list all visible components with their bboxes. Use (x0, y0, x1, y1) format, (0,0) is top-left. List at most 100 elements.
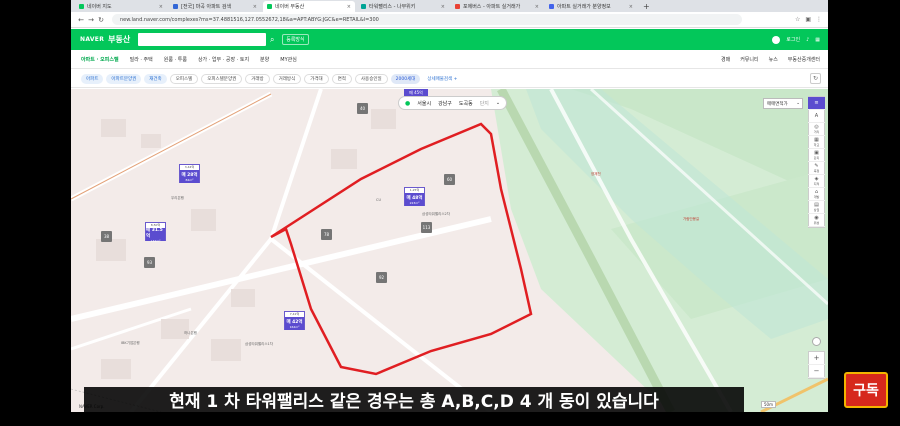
toolbar-button[interactable]: ◉ 위성 (808, 214, 825, 227)
filter-bar: 아파트 아파트분양권 재건축 오피스텔 오피스텔분양권 거래방 거래방식 가격대… (71, 70, 828, 88)
bell-icon[interactable]: ♪ (806, 37, 809, 43)
tab-label: [전국] 마곡 아파트 검색 (181, 4, 232, 10)
filter-chip[interactable]: 아파트분양권 (106, 73, 142, 84)
link-auction[interactable]: 경매 (721, 56, 730, 63)
toolbar-button[interactable]: ▦ 학교 (808, 136, 825, 149)
close-tab-icon[interactable]: × (629, 4, 633, 10)
close-tab-icon[interactable]: × (159, 4, 163, 10)
place-label: 삼성타워팰리스2차 (422, 212, 450, 216)
filter-chip[interactable]: 2000세대 (390, 73, 421, 84)
apps-icon[interactable]: ▦ (815, 37, 820, 43)
avatar[interactable] (772, 35, 781, 44)
category-presale[interactable]: 분양 (260, 56, 269, 63)
zoom-out-button[interactable]: − (808, 365, 825, 378)
place-label: 양재천 (591, 172, 601, 176)
toolbar-button[interactable]: ◎ 거리 (808, 123, 825, 136)
breadcrumb-complex[interactable]: 단지 (480, 100, 489, 107)
close-tab-icon[interactable]: × (441, 4, 445, 10)
filter-chip[interactable]: 거래방식 (272, 73, 302, 84)
filter-chip[interactable]: 사용승인일 (354, 73, 388, 84)
toolbar-button[interactable]: ✎ 측정 (808, 162, 825, 175)
service-title[interactable]: 부동산 (108, 34, 130, 45)
price-marker[interactable]: 1,25억 매 48억 223m² (404, 187, 425, 206)
place-label: IBK기업은행 (121, 341, 140, 345)
listing-cluster[interactable]: 40 (357, 103, 368, 114)
search-icon[interactable]: ⌕ (266, 33, 278, 46)
breadcrumb-dong[interactable]: 도곡동 (459, 100, 473, 107)
zoom-in-button[interactable]: + (808, 352, 825, 365)
listing-cluster[interactable]: 60 (444, 174, 455, 185)
tab-realprice[interactable]: 포에버스 - 아파트 실거래가 × (451, 1, 543, 12)
breadcrumb-district[interactable]: 강남구 (438, 100, 452, 107)
toolbar-button[interactable]: ◈ 지적 (808, 175, 825, 188)
map-base (71, 89, 828, 412)
compass-icon[interactable] (812, 337, 821, 346)
star-icon[interactable]: ☆ (795, 16, 800, 23)
category-oneroom[interactable]: 원룸 · 투룸 (164, 56, 187, 63)
price-marker[interactable]: 7,41억 매 42억 164m² (284, 311, 305, 330)
link-news[interactable]: 뉴스 (769, 56, 778, 63)
tab-presale[interactable]: 아파트 실거래가 분양정보 × (545, 1, 637, 12)
place-label: 삼성타워팰리스1차 (245, 342, 273, 346)
price-marker-top[interactable]: 매 45억 (404, 89, 428, 96)
tab-search[interactable]: [전국] 마곡 아파트 검색 × (169, 1, 261, 12)
naver-logo[interactable]: NAVER (80, 36, 104, 43)
url-field[interactable]: new.land.naver.com/complexes?ms=37.48815… (112, 14, 742, 25)
listing-cluster[interactable]: 78 (321, 229, 332, 240)
toolbar-button[interactable]: ▤ 상권 (808, 201, 825, 214)
tool-label: 개발 (813, 194, 820, 199)
category-apartment[interactable]: 아파트 · 오피스텔 (81, 56, 119, 63)
filter-chip[interactable]: 아파트 (81, 73, 104, 84)
close-tab-icon[interactable]: × (347, 4, 351, 10)
login-link[interactable]: 로그인 (786, 36, 800, 43)
tab-namuwiki[interactable]: 타워팰리스 - 나무위키 × (357, 1, 449, 12)
toolbar-button[interactable]: ⌂ 개발 (808, 188, 825, 201)
filter-chip[interactable]: 가격대 (304, 73, 329, 84)
listing-cluster[interactable]: 92 (376, 272, 387, 283)
toolbar-button[interactable]: ▣ 단지 (808, 149, 825, 162)
new-tab-button[interactable]: + (643, 1, 650, 12)
forward-icon[interactable]: → (86, 16, 96, 24)
filter-chip[interactable]: 거래방 (245, 73, 270, 84)
close-tab-icon[interactable]: × (535, 4, 539, 10)
scale-bar: 50m (761, 401, 776, 408)
category-villa[interactable]: 빌라 · 주택 (130, 56, 153, 63)
menu-icon[interactable]: ⋮ (816, 16, 822, 23)
price-marker[interactable]: 3,44억 매 28억 84m² (179, 164, 200, 183)
site-favicon (173, 4, 178, 9)
toolbar-layer-button[interactable]: ≡ (808, 97, 825, 110)
filter-chip[interactable]: 오피스텔 (169, 73, 199, 84)
marker-size: 223m² (409, 200, 420, 205)
place-label: 우리은행 (171, 196, 184, 200)
back-icon[interactable]: ← (76, 16, 86, 24)
tab-naver-land[interactable]: 네이버 부동산 × (263, 1, 355, 12)
price-marker[interactable]: 8,50억 매 31.5억 134m² (145, 222, 166, 243)
filter-chip[interactable]: 재건축 (144, 73, 167, 84)
chevron-down-icon[interactable]: ⌄ (496, 100, 500, 106)
tab-naver-map[interactable]: 네이버 지도 × (75, 1, 167, 12)
tool-label: 위성 (813, 220, 820, 225)
listing-cluster[interactable]: 113 (421, 222, 432, 233)
tab-label: 아파트 실거래가 분양정보 (557, 4, 611, 10)
reload-icon[interactable]: ↻ (96, 16, 106, 24)
detail-search-link[interactable]: 상세매물검색 + (427, 76, 457, 82)
refresh-icon[interactable]: ↻ (810, 73, 821, 84)
map-type-select[interactable]: 매매면적가 ⌄ (763, 98, 803, 109)
toolbar-button[interactable]: A (808, 110, 825, 123)
link-community[interactable]: 커뮤니티 (740, 56, 758, 63)
extensions-icon[interactable]: ▣ (805, 16, 811, 23)
category-my[interactable]: MY관심 (280, 56, 297, 63)
link-agent-center[interactable]: 부동산중개센터 (788, 56, 820, 63)
close-tab-icon[interactable]: × (253, 4, 257, 10)
filter-chip[interactable]: 면적 (331, 73, 352, 84)
search-input[interactable] (138, 33, 267, 46)
filter-chip[interactable]: 오피스텔분양권 (201, 73, 243, 84)
category-commercial[interactable]: 상가 · 업무 · 공장 · 토지 (198, 56, 249, 63)
listing-cluster[interactable]: 38 (101, 231, 112, 242)
breadcrumb-city[interactable]: 서울시 (417, 100, 431, 107)
subscribe-badge[interactable]: 구독 (844, 372, 888, 408)
listing-cluster[interactable]: 93 (144, 257, 155, 268)
condition-button[interactable]: 등록방식 (282, 34, 309, 45)
chevron-down-icon: ⌄ (796, 101, 800, 106)
map-view[interactable]: ● 서울시 강남구 도곡동 단지 ⌄ 매 45억 40 38 60 78 113… (71, 89, 828, 412)
